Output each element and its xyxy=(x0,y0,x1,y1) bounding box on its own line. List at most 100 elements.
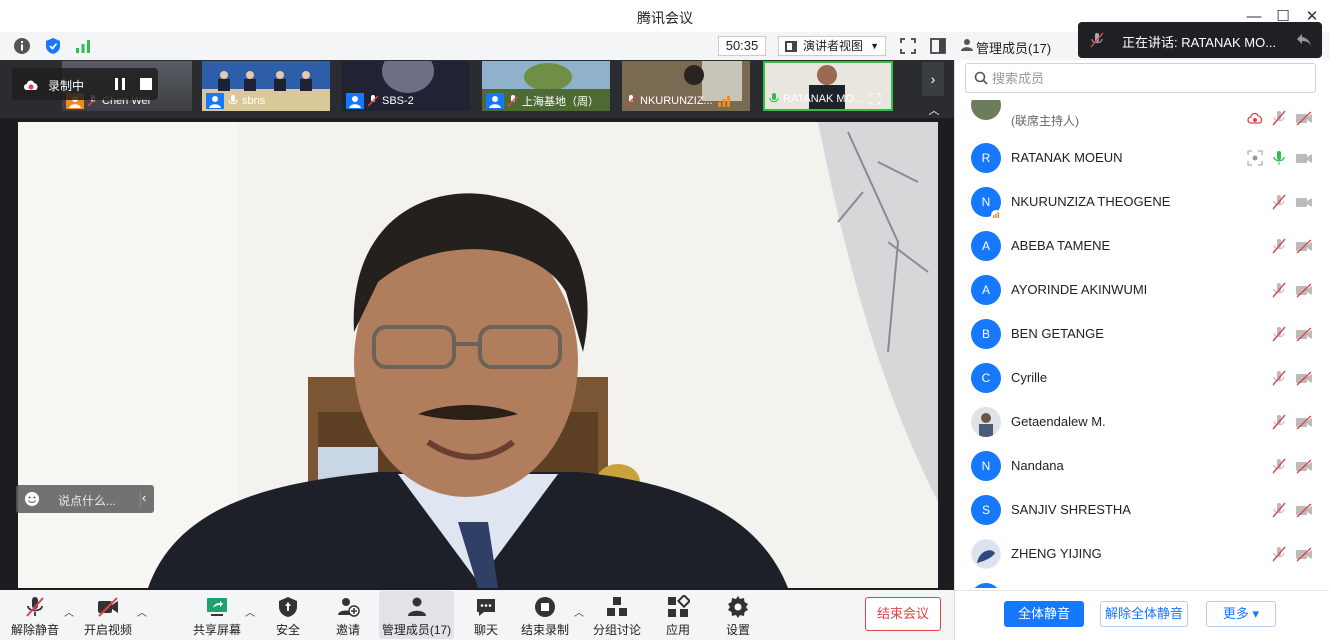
avatar: A xyxy=(971,231,1001,261)
avatar: A xyxy=(971,275,1001,305)
camera-off-icon[interactable] xyxy=(1295,370,1313,386)
mic-muted-icon[interactable] xyxy=(1271,458,1287,474)
focus-icon xyxy=(1247,150,1263,166)
chevron-down-icon: ▼ xyxy=(870,41,879,51)
thumbnail-tile-active-speaker[interactable]: RATANAK MO... xyxy=(763,61,893,111)
mic-muted-icon xyxy=(26,597,44,617)
camera-off-icon[interactable] xyxy=(1295,502,1313,518)
stop-icon[interactable] xyxy=(138,76,154,92)
chat-quick-input[interactable]: 说点什么... ‹ xyxy=(16,485,154,513)
camera-off-icon[interactable] xyxy=(1295,282,1313,298)
member-name: ABEBA TAMENE xyxy=(1011,238,1111,253)
avatar: N xyxy=(971,451,1001,481)
avatar-icon xyxy=(346,93,364,109)
chat-placeholder: 说点什么... xyxy=(58,494,117,508)
shield-icon xyxy=(279,597,297,617)
thumbnail-name: NKURUNZIZ... xyxy=(640,95,713,107)
fullscreen-icon[interactable] xyxy=(899,37,917,55)
mic-muted-icon[interactable] xyxy=(1271,326,1287,342)
invite-button[interactable]: 邀请 xyxy=(326,591,370,639)
record-options-caret[interactable]: ︿ xyxy=(573,604,585,619)
mic-muted-icon[interactable] xyxy=(1271,110,1287,126)
stop-recording-button[interactable]: 结束录制 xyxy=(518,591,572,639)
apps-button[interactable]: 应用 xyxy=(656,591,700,639)
mic-icon[interactable] xyxy=(1271,150,1287,166)
member-row[interactable]: A ABEBA TAMENE xyxy=(955,224,1329,268)
mic-muted-icon[interactable] xyxy=(1271,414,1287,430)
strip-next-button[interactable]: › xyxy=(922,62,944,96)
pause-icon[interactable] xyxy=(112,76,128,92)
member-name: NKURUNZIZA THEOGENE xyxy=(1011,194,1171,209)
chat-button[interactable]: 聊天 xyxy=(464,591,508,639)
avatar-icon xyxy=(486,93,504,109)
unmute-all-button[interactable]: 解除全体静音 xyxy=(1100,601,1188,627)
shield-icon[interactable] xyxy=(44,37,62,55)
camera-off-icon[interactable] xyxy=(1295,110,1313,126)
breakout-rooms-button[interactable]: 分组讨论 xyxy=(590,591,644,639)
meeting-timer: 50:35 xyxy=(718,36,766,56)
member-row[interactable] xyxy=(955,576,1329,588)
mute-all-button[interactable]: 全体静音 xyxy=(1004,601,1084,627)
mic-icon xyxy=(769,93,779,103)
return-icon[interactable] xyxy=(1294,30,1314,50)
stop-record-icon xyxy=(535,597,555,617)
member-row[interactable]: ZHENG YIJING xyxy=(955,532,1329,576)
search-input[interactable] xyxy=(992,68,1302,88)
view-mode-select[interactable]: 演讲者视图 ▼ xyxy=(778,36,886,56)
video-options-caret[interactable]: ︿ xyxy=(136,604,148,619)
sidebar-toggle-icon[interactable] xyxy=(929,37,947,55)
member-row[interactable]: A AYORINDE AKINWUMI xyxy=(955,268,1329,312)
share-options-caret[interactable]: ︿ xyxy=(244,604,256,619)
collapse-arrow-icon[interactable]: ‹ xyxy=(142,490,146,505)
member-role: (联席主持人) xyxy=(1011,114,1079,128)
mic-muted-icon[interactable] xyxy=(1271,238,1287,254)
camera-off-icon[interactable] xyxy=(1295,414,1313,430)
member-row[interactable]: Getaendalew M. xyxy=(955,400,1329,444)
camera-off-icon[interactable] xyxy=(1295,458,1313,474)
mic-muted-icon[interactable] xyxy=(1271,546,1287,562)
audio-options-caret[interactable]: ︿ xyxy=(63,604,75,619)
emoji-icon[interactable] xyxy=(24,491,40,507)
camera-icon[interactable] xyxy=(1295,194,1313,210)
camera-off-icon[interactable] xyxy=(1295,546,1313,562)
camera-off-icon[interactable] xyxy=(1295,238,1313,254)
layout-icon xyxy=(785,41,797,52)
mic-muted-icon[interactable] xyxy=(1271,370,1287,386)
member-row[interactable]: S SANJIV SHRESTHA xyxy=(955,488,1329,532)
member-row[interactable]: (联席主持人) xyxy=(955,100,1329,140)
thumbnail-name: RATANAK MO... xyxy=(783,93,864,105)
start-video-button[interactable]: 开启视频 xyxy=(80,591,136,639)
camera-icon[interactable] xyxy=(1295,150,1313,166)
member-row[interactable]: C Cyrille xyxy=(955,356,1329,400)
thumbnail-tile[interactable]: sbns xyxy=(202,61,330,111)
member-row[interactable]: B BEN GETANGE xyxy=(955,312,1329,356)
unmute-button[interactable]: 解除静音 xyxy=(8,591,62,639)
thumbnail-name: SBS-2 xyxy=(382,95,414,107)
settings-button[interactable]: 设置 xyxy=(716,591,760,639)
more-button[interactable]: 更多 ▾ xyxy=(1206,601,1276,627)
manage-members-button[interactable]: 管理成员(17) xyxy=(379,591,454,639)
avatar xyxy=(971,100,1001,120)
collapse-strip-button[interactable]: ︿ xyxy=(926,102,942,117)
thumbnail-tile[interactable]: 上海基地（周） xyxy=(482,61,610,111)
member-row[interactable]: R RATANAK MOEUN xyxy=(955,136,1329,180)
camera-off-icon[interactable] xyxy=(1295,326,1313,342)
avatar: C xyxy=(971,363,1001,393)
member-search[interactable] xyxy=(965,63,1316,93)
avatar: S xyxy=(971,495,1001,525)
share-screen-button[interactable]: 共享屏幕 xyxy=(190,591,244,639)
meeting-window: 腾讯会议 — ☐ ✕ 50:35 演讲者视图 ▼ Chen Wei sbns S… xyxy=(0,0,1330,640)
security-button[interactable]: 安全 xyxy=(266,591,310,639)
mic-muted-icon[interactable] xyxy=(1271,194,1287,210)
member-name: ZHENG YIJING xyxy=(1011,546,1102,561)
thumbnail-tile[interactable]: NKURUNZIZ... xyxy=(622,61,750,111)
chat-icon xyxy=(477,599,495,616)
mic-muted-icon[interactable] xyxy=(1271,502,1287,518)
end-meeting-button[interactable]: 结束会议 xyxy=(865,597,941,631)
member-row[interactable]: N Nandana xyxy=(955,444,1329,488)
signal-icon[interactable] xyxy=(74,37,92,55)
thumbnail-tile[interactable]: SBS-2 xyxy=(342,61,470,111)
info-icon[interactable] xyxy=(13,37,31,55)
mic-muted-icon[interactable] xyxy=(1271,282,1287,298)
member-row[interactable]: N NKURUNZIZA THEOGENE xyxy=(955,180,1329,224)
